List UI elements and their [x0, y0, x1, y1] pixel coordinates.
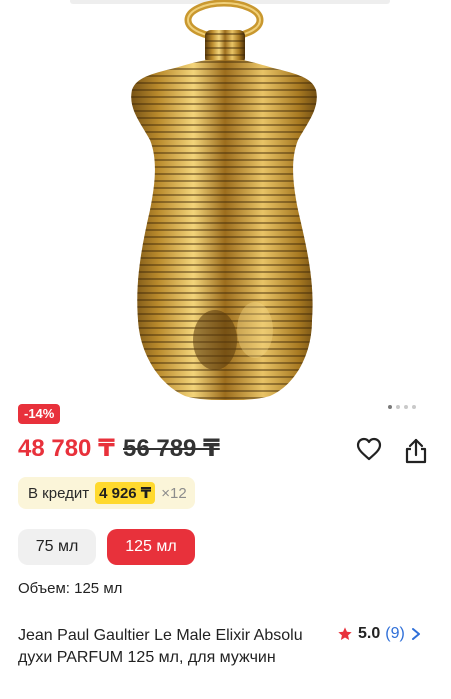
product-image-carousel[interactable] — [0, 0, 451, 400]
carousel-indicators — [388, 405, 416, 409]
share-button[interactable] — [400, 435, 432, 467]
carousel-dot[interactable] — [388, 405, 392, 409]
rating-score: 5.0 — [358, 625, 381, 642]
perfume-bottle-image — [131, 0, 317, 400]
carousel-dot[interactable] — [396, 405, 400, 409]
current-price: 48 780 ₸ — [18, 435, 115, 462]
product-title: Jean Paul Gaultier Le Male Elixir Absolu… — [18, 627, 303, 666]
chevron-right-icon — [411, 628, 420, 640]
heart-icon — [356, 437, 382, 461]
carousel-dot[interactable] — [404, 405, 408, 409]
credit-months: ×12 — [161, 484, 187, 502]
credit-offer[interactable]: В кредит 4 926 ₸ ×12 — [18, 477, 195, 509]
credit-label: В кредит — [28, 484, 90, 502]
old-price: 56 789 ₸ — [123, 435, 220, 462]
discount-badge: -14% — [18, 404, 61, 424]
rating-link[interactable]: 5.0 (9) — [337, 625, 422, 643]
volume-option-125-selected[interactable]: 125 мл — [107, 529, 195, 565]
share-icon — [405, 438, 427, 464]
favorite-button[interactable] — [353, 433, 385, 465]
review-count: (9) — [385, 625, 405, 642]
carousel-dot[interactable] — [412, 405, 416, 409]
star-icon — [338, 627, 352, 640]
volume-label: Объем: 125 мл — [18, 580, 123, 597]
credit-amount: 4 926 ₸ — [95, 482, 156, 504]
volume-option-75[interactable]: 75 мл — [18, 529, 96, 565]
